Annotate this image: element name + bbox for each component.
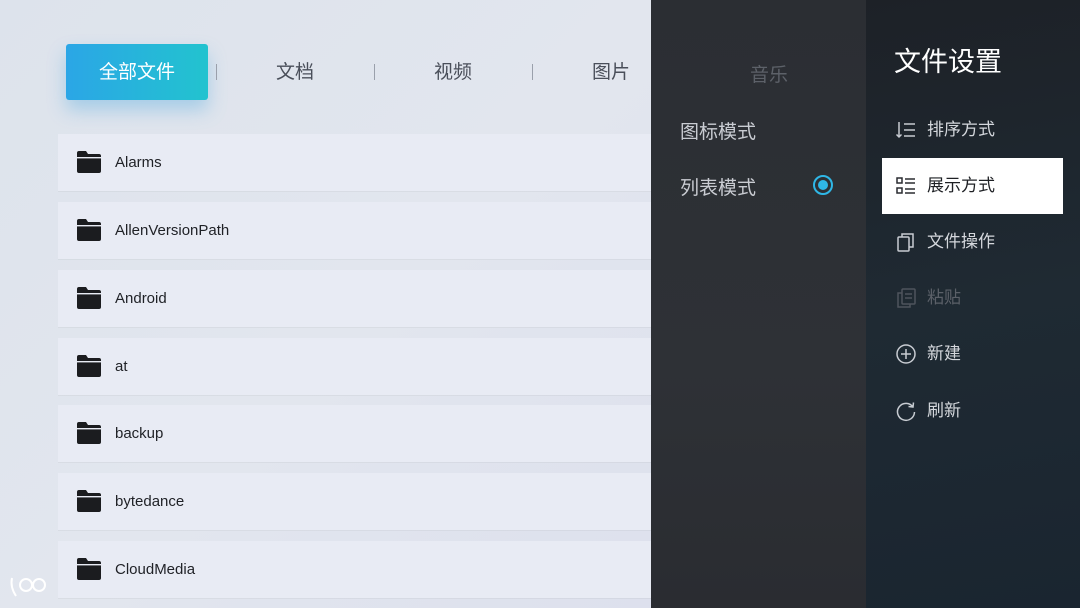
- menu-label: 刷新: [927, 401, 961, 421]
- icon-mode-option[interactable]: 图标模式: [680, 117, 756, 144]
- refresh-icon: [896, 402, 916, 421]
- file-row-android[interactable]: Android: [58, 270, 651, 327]
- menu-label: 新建: [927, 344, 961, 364]
- folder-icon: [77, 151, 101, 173]
- menu-new[interactable]: 新建: [882, 326, 1063, 382]
- file-row-backup[interactable]: backup: [58, 405, 651, 462]
- menu-label: 排序方式: [927, 120, 995, 140]
- list-mode-option[interactable]: 列表模式: [680, 173, 756, 200]
- paste-icon: [897, 288, 916, 308]
- file-name: Android: [115, 290, 167, 307]
- menu-display-mode[interactable]: 展示方式: [882, 158, 1063, 214]
- file-name: backup: [115, 425, 164, 442]
- file-name: AllenVersionPath: [115, 222, 230, 239]
- file-row-alarms[interactable]: Alarms: [58, 134, 651, 191]
- folder-icon: [77, 490, 101, 512]
- tab-divider: [532, 64, 533, 80]
- category-tabs: 全部文件 文档 视频 图片: [66, 44, 666, 100]
- file-row-allenversionpath[interactable]: AllenVersionPath: [58, 202, 651, 259]
- folder-icon: [77, 558, 101, 580]
- copy-icon: [897, 233, 914, 252]
- file-row-at[interactable]: at: [58, 338, 651, 395]
- file-row-cloudmedia[interactable]: CloudMedia: [58, 541, 651, 598]
- file-row-bytedance[interactable]: bytedance: [58, 473, 651, 530]
- folder-icon: [77, 219, 101, 241]
- watermark-logo-icon: [10, 577, 46, 597]
- tab-documents[interactable]: 文档: [244, 44, 346, 100]
- add-circle-icon: [896, 344, 916, 364]
- tab-divider: [216, 64, 217, 80]
- file-name: bytedance: [115, 493, 185, 510]
- menu-refresh[interactable]: 刷新: [882, 383, 1063, 439]
- tab-videos[interactable]: 视频: [402, 44, 504, 100]
- list-view-icon: [896, 177, 915, 194]
- menu-paste[interactable]: 粘贴: [882, 270, 1063, 326]
- menu-file-operation[interactable]: 文件操作: [882, 214, 1063, 270]
- tab-pictures[interactable]: 图片: [560, 44, 662, 100]
- list-mode-label: 列表模式: [680, 177, 757, 199]
- folder-icon: [77, 355, 101, 377]
- file-name: at: [115, 358, 128, 375]
- menu-label: 文件操作: [927, 232, 995, 252]
- folder-icon: [77, 287, 101, 309]
- tab-all-files[interactable]: 全部文件: [66, 44, 208, 100]
- list-mode-radio-icon[interactable]: [813, 175, 833, 195]
- tab-music[interactable]: 音乐: [750, 60, 788, 87]
- settings-title: 文件设置: [894, 47, 1002, 78]
- watermark: [8, 574, 52, 600]
- sort-icon: [895, 122, 915, 139]
- display-mode-panel: 音乐 图标模式 列表模式: [651, 0, 866, 608]
- file-settings-panel: 文件设置 排序方式 展示方式 文件操作 粘贴 新建 刷新: [866, 0, 1080, 608]
- folder-icon: [77, 422, 101, 444]
- file-name: Alarms: [115, 154, 162, 171]
- icon-mode-label: 图标模式: [680, 121, 757, 143]
- file-name: CloudMedia: [115, 561, 196, 578]
- menu-label: 粘贴: [927, 288, 961, 308]
- tab-divider: [374, 64, 375, 80]
- menu-label: 展示方式: [927, 176, 995, 196]
- menu-sort[interactable]: 排序方式: [882, 102, 1063, 158]
